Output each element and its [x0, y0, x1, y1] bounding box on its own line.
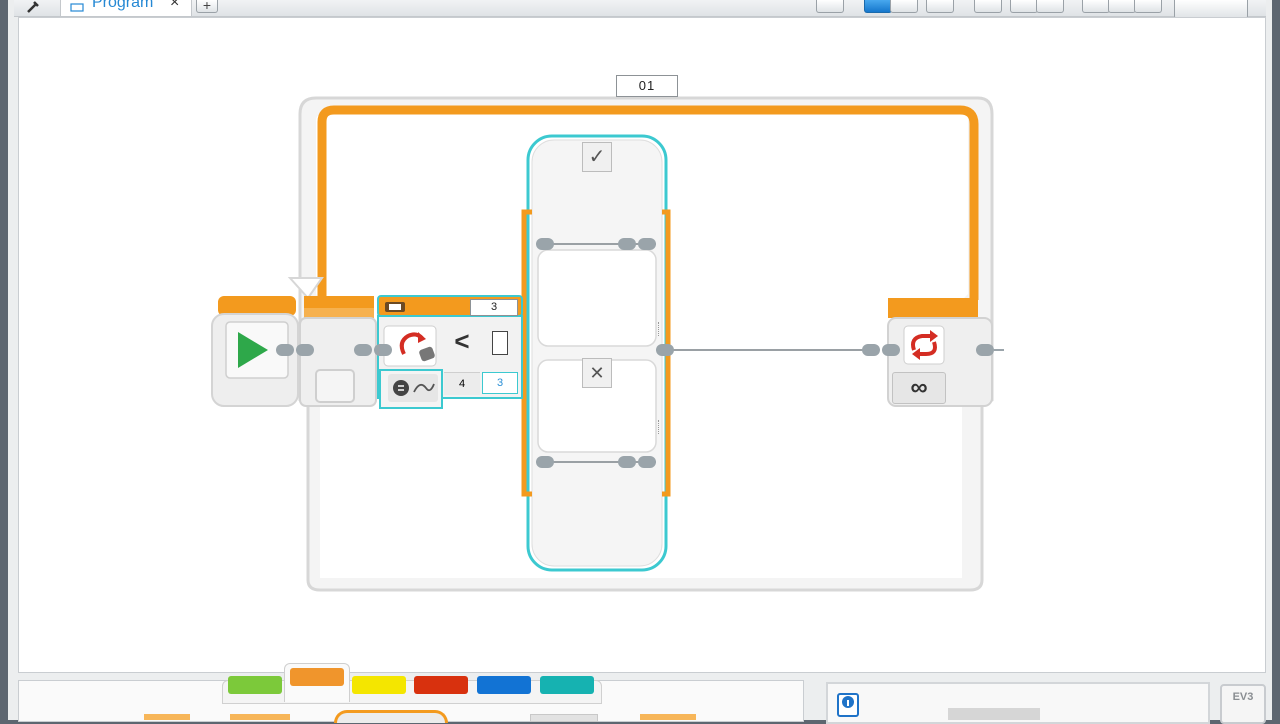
program-diagram — [211, 96, 994, 592]
palette-block[interactable] — [334, 710, 448, 723]
case-false-tab[interactable]: ✕ — [582, 358, 612, 388]
case-true-tab[interactable]: ✓ — [582, 142, 612, 172]
input-a-field[interactable]: 4 — [444, 372, 480, 395]
case-false-input-plug[interactable] — [536, 454, 558, 470]
loop-index-value[interactable]: 3 — [470, 299, 518, 316]
palette-tab-sensor[interactable] — [352, 676, 406, 694]
palette-tab-advanced[interactable] — [477, 676, 531, 694]
block-type-icon — [384, 300, 406, 312]
palette-block[interactable] — [530, 714, 598, 722]
loop-end-header — [888, 298, 978, 318]
loop-end-input-plug[interactable] — [862, 342, 904, 358]
switch-output-plug[interactable] — [654, 342, 676, 358]
compare-operator[interactable]: < — [450, 326, 474, 356]
case-true-input-plug[interactable] — [536, 236, 558, 252]
loop-name-label[interactable]: 01 — [616, 75, 678, 97]
start-output-plug[interactable] — [276, 342, 316, 358]
case-true-output-plug[interactable] — [618, 236, 660, 252]
loop-icon — [904, 326, 944, 364]
palette-tab-flow[interactable] — [290, 668, 344, 686]
loop-end-output-plug[interactable] — [976, 342, 1006, 358]
input-b-field[interactable]: 3 — [482, 372, 518, 394]
palette-block[interactable] — [230, 714, 290, 720]
palette-tab-action[interactable] — [228, 676, 282, 694]
compare-input-slot[interactable] — [492, 331, 508, 355]
case-resize-handle[interactable] — [658, 420, 663, 434]
loop-input-plug[interactable] — [354, 342, 394, 358]
case-resize-handle[interactable] — [658, 322, 663, 336]
play-icon[interactable] — [234, 330, 270, 370]
ev3-brick-button[interactable]: EV3 — [1220, 684, 1266, 724]
hardware-tab-bar — [948, 708, 1040, 720]
loop-index-icon[interactable] — [394, 328, 440, 364]
loop-mode-selector[interactable]: ∞ — [892, 372, 946, 404]
mode-selector-icon[interactable] — [388, 374, 438, 402]
palette-block[interactable] — [144, 714, 190, 720]
palette-tab-data[interactable] — [414, 676, 468, 694]
case-false-output-plug[interactable] — [618, 454, 660, 470]
palette-tab-custom[interactable] — [540, 676, 594, 694]
palette-block[interactable] — [640, 714, 696, 720]
info-icon[interactable] — [836, 692, 862, 718]
